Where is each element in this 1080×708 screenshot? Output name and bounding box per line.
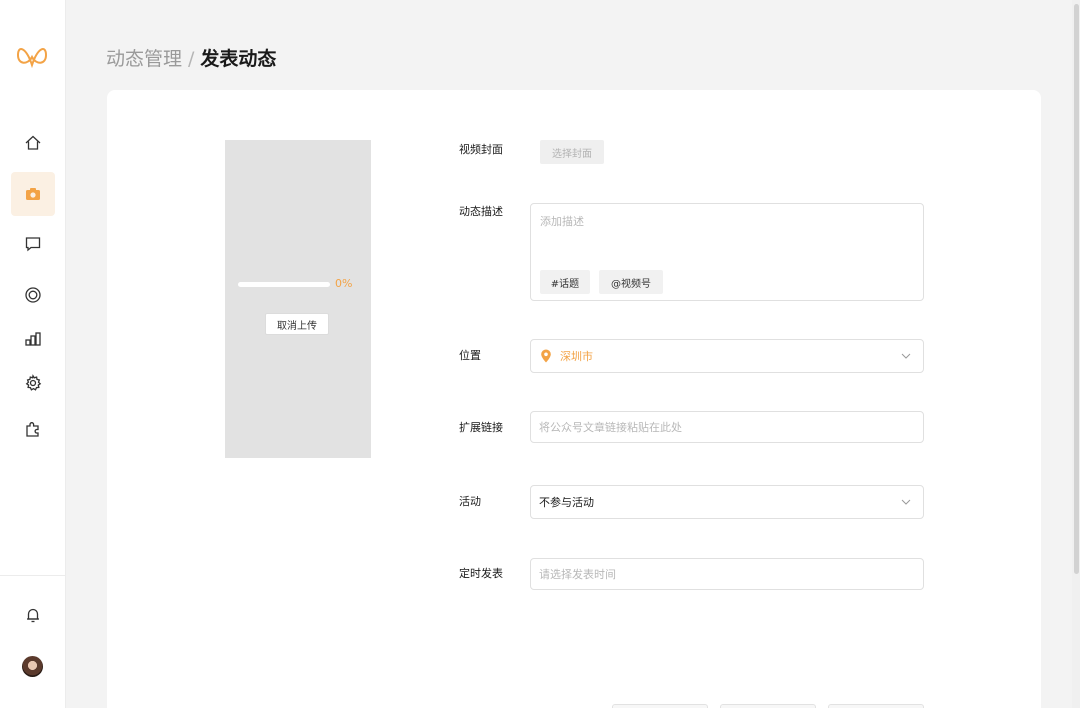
- location-value: 深圳市: [560, 350, 593, 363]
- select-cover-button[interactable]: 选择封面: [540, 140, 604, 164]
- cancel-upload-button[interactable]: 取消上传: [265, 313, 329, 335]
- upload-progress-bar: [238, 282, 330, 287]
- sidebar-item-settings[interactable]: [11, 361, 55, 405]
- sidebar-item-plugins[interactable]: [11, 407, 55, 451]
- upload-progress-text: 0%: [335, 277, 353, 290]
- target-icon: [25, 287, 41, 303]
- breadcrumb-separator: /: [188, 48, 195, 70]
- topic-tag-button[interactable]: #话题: [540, 270, 590, 294]
- activity-label: 活动: [459, 495, 481, 508]
- channel-mention-button[interactable]: @视频号: [599, 270, 663, 294]
- activity-value: 不参与活动: [539, 496, 594, 509]
- breadcrumb: 动态管理 / 发表动态: [106, 46, 276, 72]
- breadcrumb-parent[interactable]: 动态管理: [106, 46, 182, 72]
- puzzle-icon: [26, 422, 39, 437]
- sidebar-item-camera[interactable]: [11, 172, 55, 216]
- sidebar-divider: [0, 575, 66, 576]
- link-input[interactable]: 将公众号文章链接粘贴在此处: [530, 411, 924, 443]
- link-label: 扩展链接: [459, 421, 503, 434]
- sidebar-item-messages[interactable]: [11, 222, 55, 266]
- video-preview: 0% 取消上传: [225, 140, 371, 458]
- description-placeholder: 添加描述: [540, 215, 584, 228]
- message-icon: [25, 237, 41, 252]
- logo-icon[interactable]: [16, 43, 48, 71]
- schedule-placeholder: 请选择发表时间: [539, 568, 616, 581]
- sidebar-item-target[interactable]: [11, 273, 55, 317]
- schedule-label: 定时发表: [459, 567, 503, 580]
- chart-icon: [25, 332, 41, 346]
- scrollbar-thumb[interactable]: [1074, 4, 1079, 574]
- chevron-down-icon: [901, 499, 911, 505]
- page-title: 发表动态: [200, 48, 277, 70]
- location-pin-icon: [541, 349, 551, 363]
- sidebar-item-data[interactable]: [11, 317, 55, 361]
- publish-card: 0% 取消上传 视频封面 选择封面 动态描述 添加描述 #话题 @视频号 位置 …: [107, 90, 1041, 708]
- action-button-1[interactable]: [612, 704, 708, 708]
- action-button-2[interactable]: [720, 704, 816, 708]
- action-button-3[interactable]: [828, 704, 924, 708]
- bell-icon: [27, 608, 39, 623]
- gear-icon: [25, 374, 42, 391]
- location-label: 位置: [459, 349, 481, 362]
- description-label: 动态描述: [459, 205, 503, 218]
- chevron-down-icon: [901, 353, 911, 359]
- camera-icon: [26, 188, 40, 200]
- description-input[interactable]: 添加描述 #话题 @视频号: [530, 203, 924, 301]
- sidebar: [0, 0, 66, 708]
- activity-select[interactable]: 不参与活动: [530, 485, 924, 519]
- cover-label: 视频封面: [459, 143, 503, 156]
- schedule-time-picker[interactable]: 请选择发表时间: [530, 558, 924, 590]
- avatar[interactable]: [22, 656, 43, 677]
- sidebar-item-home[interactable]: [11, 121, 55, 165]
- home-icon: [25, 135, 41, 150]
- location-select[interactable]: 深圳市: [530, 339, 924, 373]
- page-scrollbar[interactable]: [1072, 0, 1080, 708]
- link-placeholder: 将公众号文章链接粘贴在此处: [539, 421, 682, 434]
- sidebar-item-notifications[interactable]: [11, 593, 55, 637]
